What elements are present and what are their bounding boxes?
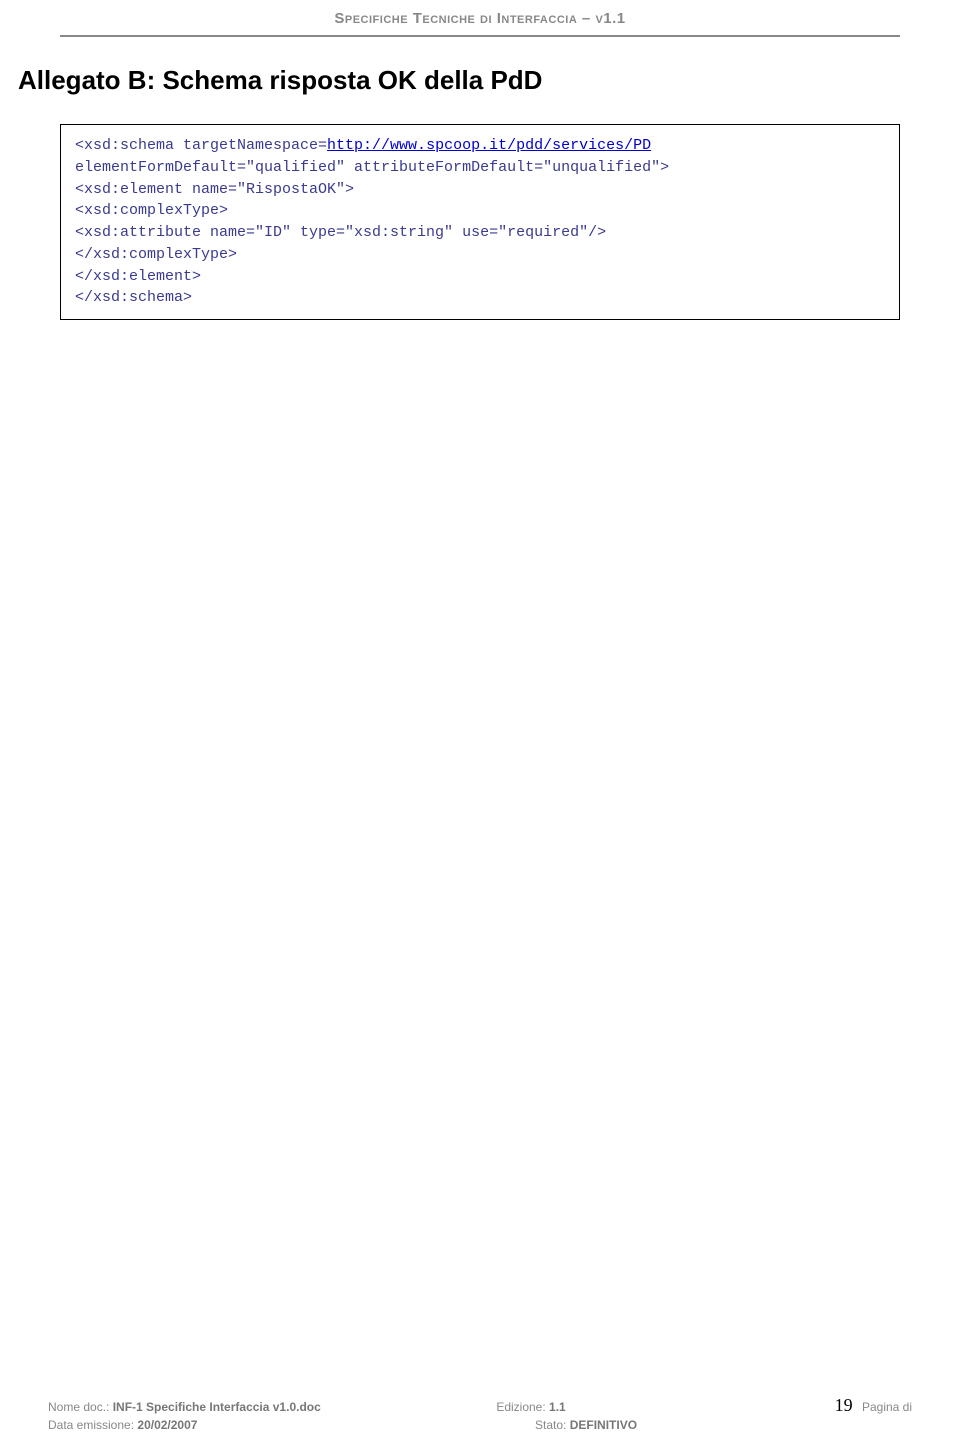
footer-doc: Nome doc.: INF-1 Specifiche Interfaccia … (48, 1400, 386, 1414)
footer-row-1: Nome doc.: INF-1 Specifiche Interfaccia … (48, 1395, 912, 1416)
code-line: <xsd:schema targetNamespace=http://www.s… (75, 135, 885, 157)
code-line: </xsd:element> (75, 266, 885, 288)
edizione-value: 1.1 (549, 1400, 566, 1414)
code-line: elementFormDefault="qualified" attribute… (75, 157, 885, 179)
footer-date: Data emissione: 20/02/2007 (48, 1418, 425, 1432)
code-line: <xsd:complexType> (75, 200, 885, 222)
page: Specifiche Tecniche di Interfaccia – v1.… (0, 0, 960, 1442)
doc-label: Nome doc.: (48, 1400, 109, 1414)
edizione-label: Edizione: (496, 1400, 545, 1414)
stato-value: DEFINITIVO (570, 1418, 637, 1432)
footer-stato: Stato: DEFINITIVO (425, 1418, 912, 1432)
date-label: Data emissione: (48, 1418, 134, 1432)
code-line: </xsd:schema> (75, 287, 885, 309)
code-line: <xsd:attribute name="ID" type="xsd:strin… (75, 222, 885, 244)
code-line: </xsd:complexType> (75, 244, 885, 266)
date-value: 20/02/2007 (137, 1418, 197, 1432)
stato-label: Stato: (535, 1418, 566, 1432)
xsd-schema-code-box: <xsd:schema targetNamespace=http://www.s… (60, 124, 900, 320)
code-text: <xsd:schema targetNamespace= (75, 137, 327, 154)
code-line: <xsd:element name="RispostaOK"> (75, 179, 885, 201)
doc-value: INF-1 Specifiche Interfaccia v1.0.doc (113, 1400, 321, 1414)
header-title: Specifiche Tecniche di Interfaccia – v1.… (0, 10, 960, 27)
footer-page: 19 Pagina di (835, 1395, 912, 1416)
footer-row-2: Data emissione: 20/02/2007 Stato: DEFINI… (48, 1418, 912, 1432)
page-footer: Nome doc.: INF-1 Specifiche Interfaccia … (48, 1393, 912, 1432)
footer-edizione: Edizione: 1.1 (386, 1400, 834, 1414)
header-rule (60, 35, 900, 37)
page-of-label: Pagina di (862, 1400, 912, 1414)
page-header: Specifiche Tecniche di Interfaccia – v1.… (0, 0, 960, 37)
page-number: 19 (835, 1395, 853, 1415)
schema-namespace-link[interactable]: http://www.spcoop.it/pdd/services/PD (327, 137, 651, 154)
section-title: Allegato B: Schema risposta OK della PdD (18, 65, 960, 96)
